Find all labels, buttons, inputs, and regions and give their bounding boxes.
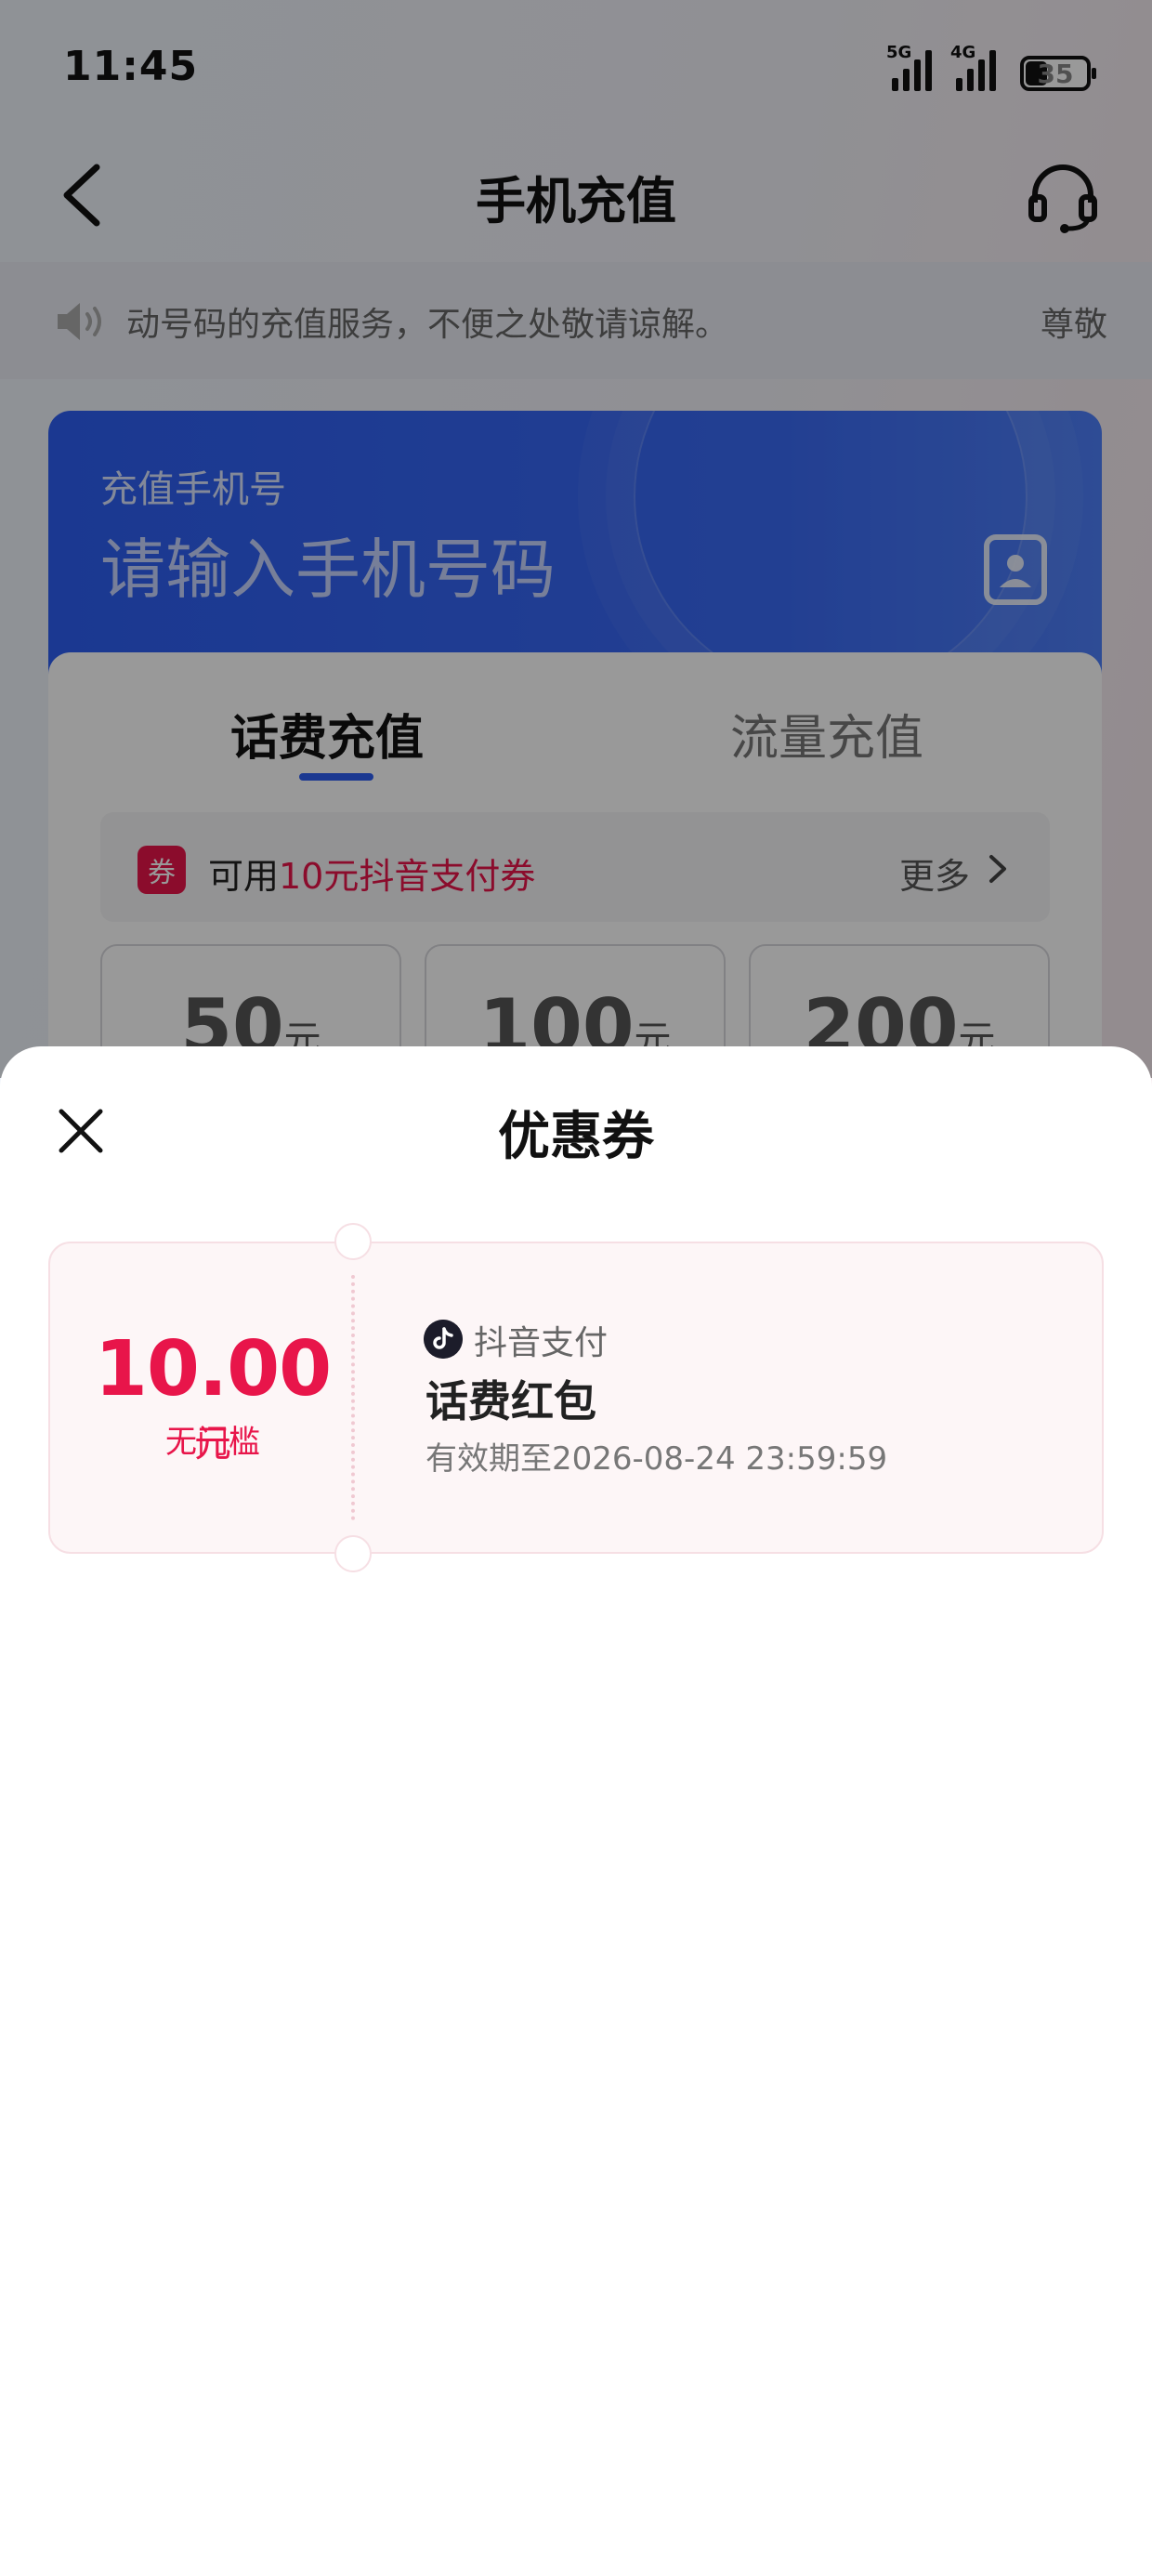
voucher-card[interactable]: 10.00元 无门槛 抖音支付 话费红包 有效期至2026-08-24 23:5… <box>48 1223 1104 1572</box>
voucher-amount-value: 10.00 <box>94 1325 332 1413</box>
voucher-condition: 无门槛 <box>165 1424 260 1461</box>
sheet-title: 优惠券 <box>498 1107 654 1167</box>
voucher-expiry: 有效期至2026-08-24 23:59:59 <box>425 1440 888 1478</box>
coupon-sheet: 优惠券 10.00元 无门槛 抖音支付 话费红包 有效期至2026-08-24 … <box>0 1046 1152 2576</box>
voucher-provider: 抖音支付 <box>474 1324 609 1362</box>
voucher-divider <box>351 1275 355 1520</box>
modal-overlay[interactable] <box>0 0 1152 1078</box>
douyin-logo-icon <box>424 1320 463 1359</box>
voucher-notch <box>334 1535 372 1572</box>
voucher-name: 话费红包 <box>425 1376 596 1426</box>
voucher-notch <box>334 1223 372 1260</box>
